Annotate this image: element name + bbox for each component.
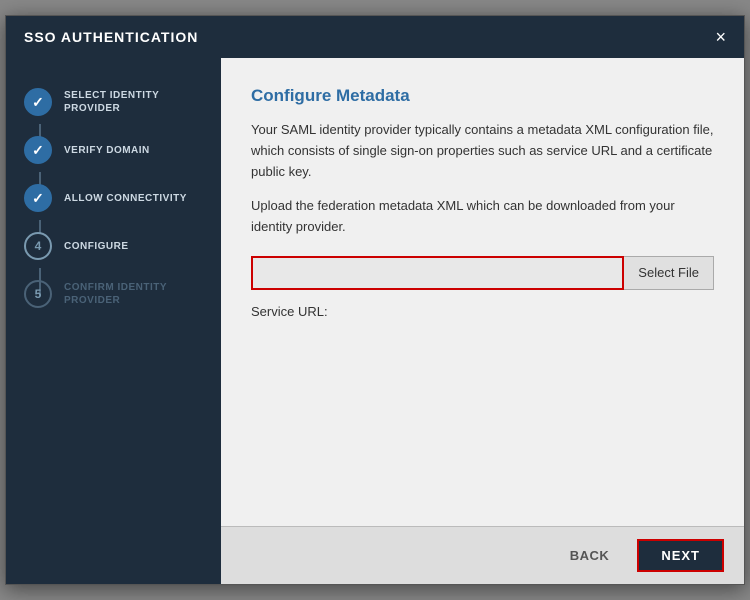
content-footer: BACK NEXT	[221, 526, 744, 584]
step1-label: SELECT IDENTITYPROVIDER	[64, 89, 159, 115]
step5-number: 5	[35, 287, 42, 301]
content-description2: Upload the federation metadata XML which…	[251, 196, 714, 238]
sidebar-item-step2: ✓ VERIFY DOMAIN	[6, 126, 221, 174]
sidebar-item-step3: ✓ ALLOW CONNECTIVITY	[6, 174, 221, 222]
back-button[interactable]: BACK	[558, 542, 622, 569]
select-file-button[interactable]: Select File	[624, 256, 714, 290]
next-button[interactable]: NEXT	[637, 539, 724, 572]
step4-number: 4	[35, 239, 42, 253]
check-icon: ✓	[32, 190, 44, 207]
step2-circle: ✓	[24, 136, 52, 164]
check-icon: ✓	[32, 142, 44, 159]
close-button[interactable]: ×	[715, 28, 726, 46]
step4-label: CONFIGURE	[64, 240, 129, 253]
modal-header: SSO AUTHENTICATION ×	[6, 16, 744, 58]
sidebar: ✓ SELECT IDENTITYPROVIDER ✓ VERIFY DOMAI…	[6, 58, 221, 584]
modal-body: ✓ SELECT IDENTITYPROVIDER ✓ VERIFY DOMAI…	[6, 58, 744, 584]
step5-circle: 5	[24, 280, 52, 308]
content-area: Configure Metadata Your SAML identity pr…	[221, 58, 744, 584]
step2-label: VERIFY DOMAIN	[64, 144, 150, 157]
modal: SSO AUTHENTICATION × ✓ SELECT IDENTITYPR…	[5, 15, 745, 585]
step3-label: ALLOW CONNECTIVITY	[64, 192, 187, 205]
step1-circle: ✓	[24, 88, 52, 116]
service-url-label: Service URL:	[251, 304, 714, 319]
step3-circle: ✓	[24, 184, 52, 212]
sidebar-item-step4: 4 CONFIGURE	[6, 222, 221, 270]
content-main: Configure Metadata Your SAML identity pr…	[221, 58, 744, 526]
modal-title: SSO AUTHENTICATION	[24, 29, 198, 45]
step4-circle: 4	[24, 232, 52, 260]
content-title: Configure Metadata	[251, 86, 714, 106]
check-icon: ✓	[32, 94, 44, 111]
sidebar-item-step1: ✓ SELECT IDENTITYPROVIDER	[6, 78, 221, 126]
file-upload-row: Select File	[251, 256, 714, 290]
file-path-input[interactable]	[251, 256, 624, 290]
content-description1: Your SAML identity provider typically co…	[251, 120, 714, 182]
step5-label: CONFIRM IDENTITYPROVIDER	[64, 281, 167, 307]
sidebar-item-step5: 5 CONFIRM IDENTITYPROVIDER	[6, 270, 221, 318]
